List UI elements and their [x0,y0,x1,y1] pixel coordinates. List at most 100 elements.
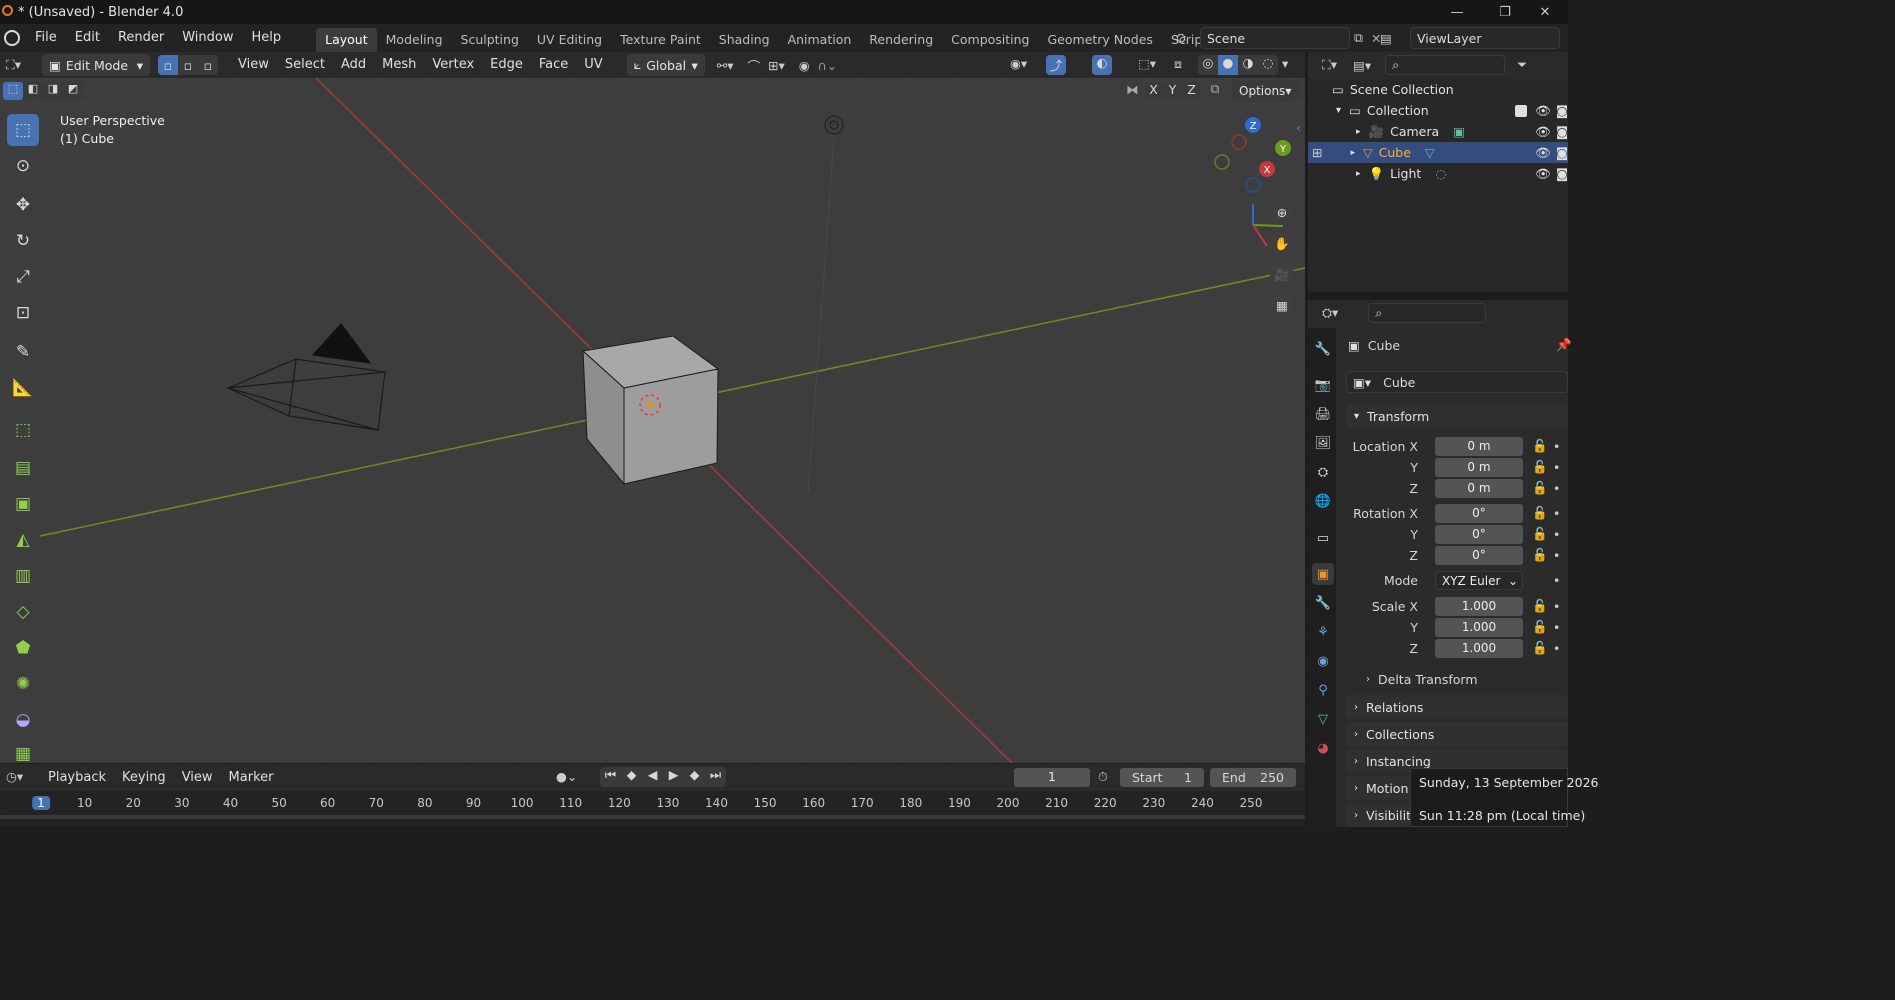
timeline-editor-icon[interactable]: ◷▾ [6,769,23,784]
options-dropdown[interactable]: Options ▾ [1232,80,1298,102]
viewport-menu-mesh[interactable]: Mesh [374,52,424,78]
delta-transform-header[interactable]: › Delta Transform [1366,670,1478,688]
relations-panel-header[interactable]: › Relations [1346,695,1568,719]
keyframe-dot-icon[interactable]: • [1553,527,1560,542]
tab-sculpting[interactable]: Sculpting [452,28,528,52]
transform-panel-header[interactable]: ▾ Transform [1346,404,1568,428]
outliner-item-light[interactable]: ▸ 💡 Light ◌ 👁 ◙ [1308,163,1568,184]
scene-icon[interactable]: ⛭ [1176,30,1200,46]
tab-shading[interactable]: Shading [710,28,779,52]
pin-icon[interactable]: 📌 [1556,337,1572,353]
knife-tool-icon[interactable]: ◇ [7,596,39,628]
axis-y-toggle[interactable]: Y [1163,81,1182,97]
rendered-shading-icon[interactable]: ◌ [1258,55,1278,75]
scale-tool-icon[interactable]: ⤢ [7,261,39,293]
proportional-icon[interactable]: ◉ [799,58,810,73]
face-select-icon[interactable]: ▫ [198,55,218,75]
lock-icon[interactable]: 🔓 [1532,505,1548,521]
pivot-icon[interactable]: ⚯▾ [717,58,734,73]
outliner-collection[interactable]: ▾ ▭ Collection 👁 ◙ [1308,100,1568,121]
expand-arrow-icon[interactable]: ▸ [1356,169,1361,179]
select-box-tool-icon[interactable]: ⬚ [7,114,39,146]
prev-keyframe-icon[interactable]: ◆ [621,767,642,787]
material-tab-icon[interactable]: ◕ [1312,737,1334,759]
perspective-toggle-icon[interactable]: ▦ [1270,294,1294,318]
move-tool-icon[interactable]: ✥ [7,189,39,221]
transform-tool-icon[interactable]: ⊡ [7,297,39,329]
shading-options-icon[interactable]: ▾ [1282,56,1288,71]
smooth-tool-icon[interactable]: ◒ [7,704,39,736]
viewport-menu-view[interactable]: View [230,52,277,78]
viewport-menu-face[interactable]: Face [531,52,576,78]
viewport-canvas[interactable]: Z Y X [0,78,1305,763]
keyframe-dot-icon[interactable]: • [1553,573,1560,588]
display-mode-icon[interactable]: ▤▾ [1353,58,1371,73]
render-camera-icon[interactable]: ◙ [1556,145,1568,160]
spin-tool-icon[interactable]: ✺ [7,668,39,700]
next-keyframe-icon[interactable]: ◆ [684,767,705,787]
play-reverse-icon[interactable]: ◀ [642,767,663,787]
auto-merge-icon[interactable]: ⧉ [1211,81,1220,97]
viewlayer-selector[interactable]: ViewLayer [1410,27,1560,49]
eye-icon[interactable]: 👁 [1535,145,1551,161]
tab-animation[interactable]: Animation [779,28,861,52]
data-tab-icon[interactable]: ▽ [1312,708,1334,730]
scene-selector[interactable]: Scene [1200,27,1350,49]
object-data-field[interactable]: ▣▾ Cube [1346,371,1568,393]
rotation-x-field[interactable]: 0° [1435,503,1523,523]
exclude-checkbox[interactable] [1515,104,1527,117]
keyframe-dot-icon[interactable]: • [1553,548,1560,563]
close-button[interactable]: ✕ [1522,0,1568,24]
keyframe-dot-icon[interactable]: • [1553,481,1560,496]
tool-tab-icon[interactable]: 🔧 [1312,338,1334,360]
mirror-icon[interactable]: ⧓ [1126,82,1139,97]
current-frame-marker[interactable]: 1 [32,796,50,810]
overlay-toggle-icon[interactable]: ◐ [1092,55,1112,75]
tab-geometry-nodes[interactable]: Geometry Nodes [1039,28,1162,52]
mesh-overlay-icon[interactable]: ⬚▾ [1138,56,1156,71]
keyframe-dot-icon[interactable]: • [1553,599,1560,614]
minimize-button[interactable]: — [1434,0,1480,24]
lock-icon[interactable]: 🔓 [1532,459,1548,475]
jump-end-icon[interactable]: ⏭ [705,767,726,787]
constraints-tab-icon[interactable]: ⚲ [1312,679,1334,701]
tab-compositing[interactable]: Compositing [942,28,1038,52]
falloff-icon[interactable]: ∩⌄ [818,58,838,73]
timeline-menu-keying[interactable]: Keying [114,764,174,791]
menu-window[interactable]: Window [173,24,242,52]
pan-hand-icon[interactable]: ✋ [1270,232,1294,256]
select-extend-icon[interactable]: ◧ [23,82,43,100]
collection-tab-icon[interactable]: ▭ [1312,527,1334,549]
xray-icon[interactable]: ⧈ [1174,56,1182,72]
timeline-menu-view[interactable]: View [174,764,221,791]
outliner-editor-icon[interactable]: ⛶▾ [1322,57,1337,73]
transform-orientation[interactable]: ⟀ Global ▾ [626,54,705,76]
properties-search[interactable]: ⌕ [1368,303,1487,323]
record-icon[interactable]: ●⌄ [556,769,577,784]
select-new-icon[interactable]: ⬚ [3,82,23,100]
sidebar-toggle-icon[interactable]: ‹ [1296,120,1301,135]
cursor-tool-icon[interactable]: ⊙ [7,150,39,182]
gizmo-toggle-icon[interactable]: ⤴ [1046,55,1066,75]
keyframe-dot-icon[interactable]: • [1553,641,1560,656]
viewport-menu-uv[interactable]: UV [576,52,610,78]
keyframe-dot-icon[interactable]: • [1553,439,1560,454]
camera-view-icon[interactable]: 🎥 [1270,263,1294,287]
timeline-menu-marker[interactable]: Marker [221,764,282,791]
poly-build-tool-icon[interactable]: ⬟ [7,632,39,664]
timeline-scrollbar[interactable] [0,815,1305,819]
scale-z-field[interactable]: 1.000 [1435,638,1523,658]
expand-arrow-icon[interactable]: ▾ [1336,105,1341,116]
location-z-field[interactable]: 0 m [1435,478,1523,498]
physics-tab-icon[interactable]: ◉ [1312,650,1334,672]
eye-icon[interactable]: 👁 [1535,103,1551,119]
viewport-menu-select[interactable]: Select [277,52,333,78]
snap-icon[interactable]: ⌒ [747,56,760,75]
3d-viewport[interactable]: Z Y X User Perspective (1) Cube ⧓ X Y Z … [0,78,1305,763]
world-tab-icon[interactable]: 🌐 [1312,490,1334,512]
solid-shading-icon[interactable]: ● [1218,55,1238,75]
end-frame-field[interactable]: End 250 [1210,768,1296,787]
jump-start-icon[interactable]: ⏮ [600,767,621,787]
location-x-field[interactable]: 0 m [1435,436,1523,456]
scale-x-field[interactable]: 1.000 [1435,596,1523,616]
